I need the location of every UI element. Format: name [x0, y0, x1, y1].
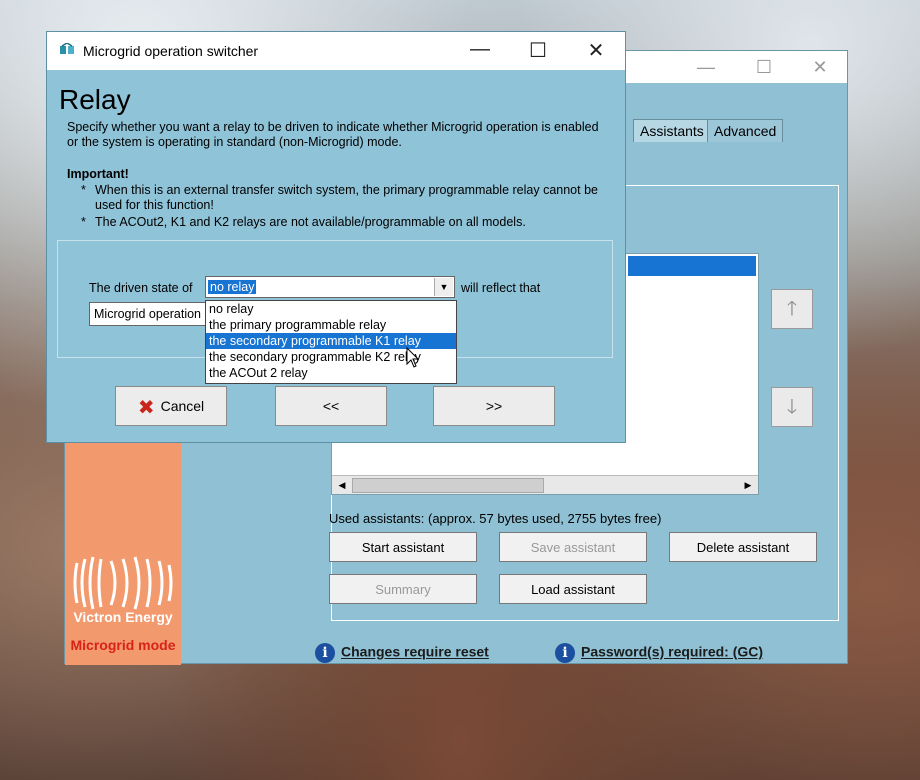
close-icon[interactable]: ✕ — [805, 57, 835, 78]
arrow-up-icon: 🡑 — [786, 298, 798, 320]
state-select-value: Microgrid operation — [94, 307, 201, 321]
scroll-thumb[interactable] — [352, 478, 544, 493]
start-assistant-button[interactable]: Start assistant — [329, 532, 477, 562]
victron-logo-icon — [73, 556, 173, 610]
warning-item: * The ACOut2, K1 and K2 relays are not av… — [81, 215, 611, 230]
microgrid-switcher-dialog: Microgrid operation switcher — ☐ ✕ Relay… — [46, 31, 626, 443]
warning-item: * When this is an external transfer switc… — [81, 183, 611, 213]
reset-notice-label: Changes require reset — [341, 643, 489, 660]
arrow-down-icon: 🡓 — [786, 396, 798, 418]
summary-button[interactable]: Summary — [329, 574, 477, 604]
back-button[interactable]: << — [275, 386, 387, 426]
dialog-titlebar: Microgrid operation switcher — ☐ ✕ — [47, 32, 625, 70]
brand-name: Victron Energy — [73, 609, 173, 625]
cancel-x-icon: ✖ — [137, 395, 155, 420]
page-title: Relay — [59, 84, 131, 115]
important-label: Important! — [67, 167, 129, 181]
warning-text: When this is an external transfer switch… — [95, 183, 598, 212]
cancel-label: Cancel — [160, 398, 205, 414]
password-notice[interactable]: i Password(s) required: (GC) — [555, 643, 763, 663]
relay-select-value: no relay — [208, 280, 257, 294]
close-icon[interactable]: ✕ — [581, 38, 611, 63]
cancel-button[interactable]: ✖ Cancel — [115, 386, 227, 426]
maximize-icon[interactable]: ☐ — [749, 57, 779, 78]
warning-text: The ACOut2, K1 and K2 relays are not ava… — [95, 215, 526, 229]
state-select[interactable]: Microgrid operation — [89, 302, 207, 326]
move-up-button[interactable]: 🡑 — [771, 289, 813, 329]
list-item[interactable] — [628, 256, 756, 276]
driven-state-label: The driven state of — [89, 281, 193, 295]
load-assistant-button[interactable]: Load assistant — [499, 574, 647, 604]
app-icon — [60, 43, 74, 54]
tab-assistants[interactable]: Assistants — [633, 119, 711, 142]
info-icon: i — [315, 643, 335, 663]
delete-assistant-button[interactable]: Delete assistant — [669, 532, 817, 562]
mode-label: Microgrid mode — [70, 637, 176, 653]
dropdown-option[interactable]: the primary programmable relay — [206, 317, 456, 333]
password-notice-label: Password(s) required: (GC) — [581, 643, 764, 660]
info-icon: i — [555, 643, 575, 663]
reflect-label: will reflect that — [461, 281, 541, 295]
dialog-title: Microgrid operation switcher — [83, 43, 259, 59]
chevron-down-icon[interactable]: ▼ — [434, 278, 453, 296]
maximize-icon[interactable]: ☐ — [523, 38, 553, 63]
mouse-cursor-icon — [406, 347, 420, 368]
tab-advanced[interactable]: Advanced — [707, 119, 784, 142]
used-assistants-text: Used assistants: (approx. 57 bytes used,… — [329, 511, 662, 526]
dropdown-option[interactable]: no relay — [206, 301, 456, 317]
brand-panel: Victron Energy Microgrid mode — [65, 443, 181, 665]
scroll-left-icon[interactable]: ◀ — [334, 478, 350, 492]
relay-select[interactable]: no relay ▼ — [205, 276, 455, 298]
minimize-icon[interactable]: — — [465, 38, 495, 61]
description: Specify whether you want a relay to be d… — [67, 120, 599, 149]
horizontal-scrollbar[interactable]: ◀ ▶ — [332, 475, 758, 494]
reset-notice[interactable]: i Changes require reset — [315, 643, 489, 663]
next-button[interactable]: >> — [433, 386, 555, 426]
relay-dropdown-list[interactable]: no relay the primary programmable relay … — [205, 300, 457, 384]
save-assistant-button[interactable]: Save assistant — [499, 532, 647, 562]
minimize-icon[interactable]: — — [691, 57, 721, 78]
move-down-button[interactable]: 🡓 — [771, 387, 813, 427]
scroll-right-icon[interactable]: ▶ — [740, 478, 756, 492]
